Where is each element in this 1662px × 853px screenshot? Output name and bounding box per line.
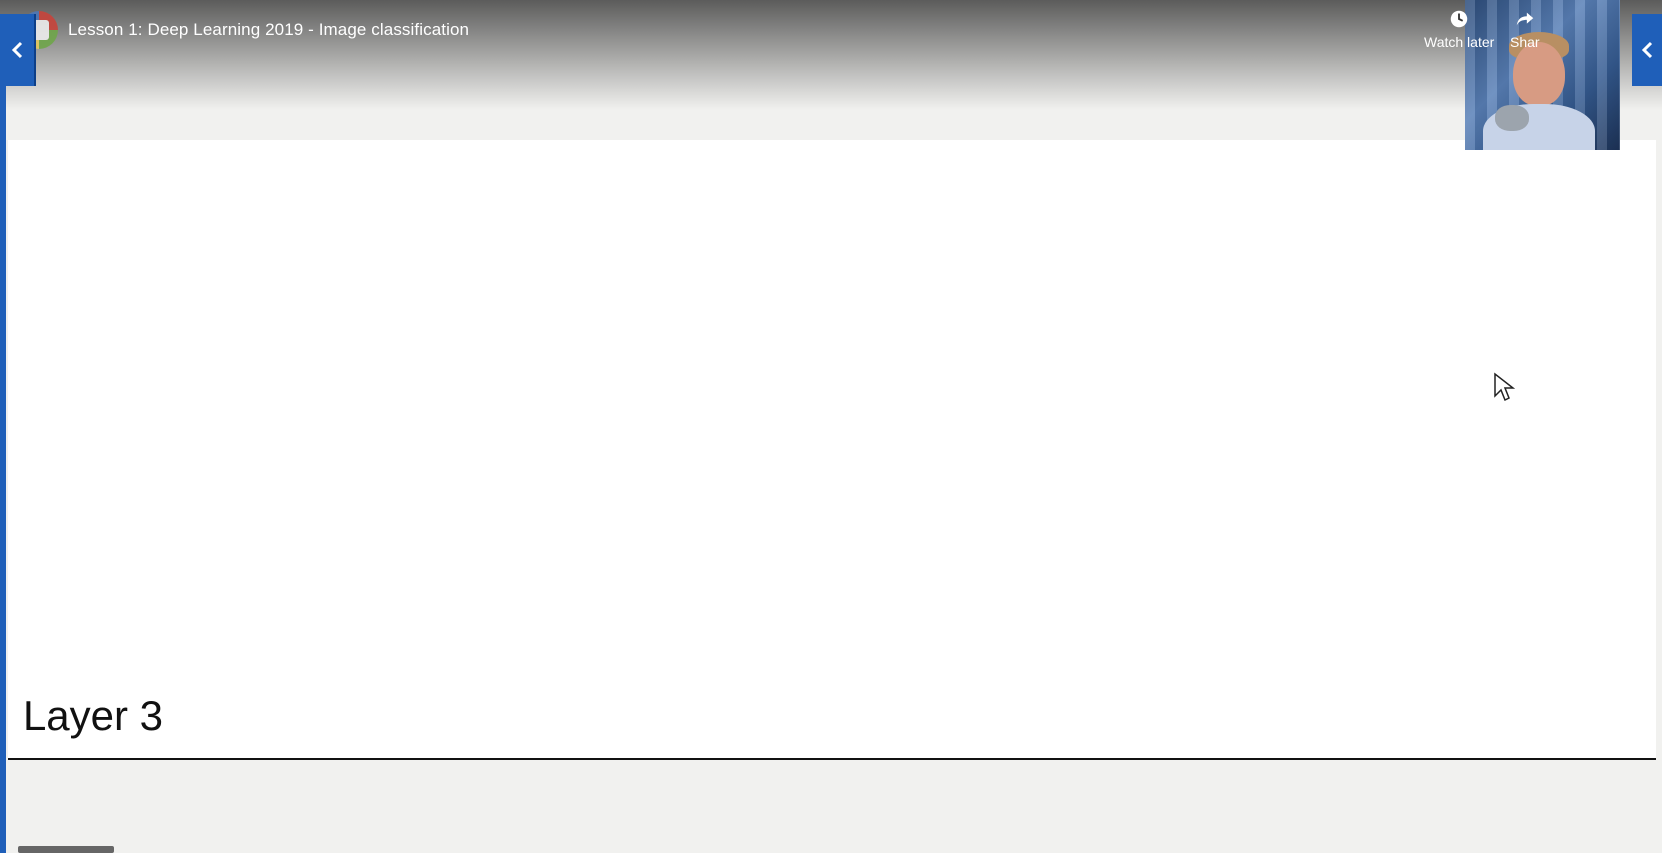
share-arrow-icon	[1516, 12, 1534, 26]
video-progress-bar[interactable]	[18, 846, 114, 853]
chevron-left-icon	[1641, 41, 1653, 59]
clock-icon	[1450, 10, 1468, 28]
chevron-left-icon	[11, 41, 23, 59]
share-label: Shar	[1510, 34, 1540, 50]
watch-later-label: Watch later	[1424, 34, 1495, 50]
left-nav-button[interactable]	[0, 14, 36, 86]
slide-content	[8, 140, 1656, 760]
watch-later-button[interactable]: Watch later	[1424, 8, 1494, 50]
slide-bottom-line	[8, 758, 1656, 760]
left-sidebar-edge	[0, 86, 6, 853]
presenter-face	[1513, 42, 1565, 106]
layer-label: Layer 3	[8, 681, 178, 751]
video-title[interactable]: Lesson 1: Deep Learning 2019 - Image cla…	[68, 20, 469, 40]
right-nav-button[interactable]	[1632, 14, 1662, 86]
share-button[interactable]: Shar	[1510, 8, 1540, 50]
mouse-cursor-icon	[1494, 372, 1515, 402]
video-title-bar: Lesson 1: Deep Learning 2019 - Image cla…	[20, 8, 469, 52]
video-player[interactable]: Lesson 1: Deep Learning 2019 - Image cla…	[0, 0, 1662, 853]
microphone-icon	[1495, 105, 1529, 131]
